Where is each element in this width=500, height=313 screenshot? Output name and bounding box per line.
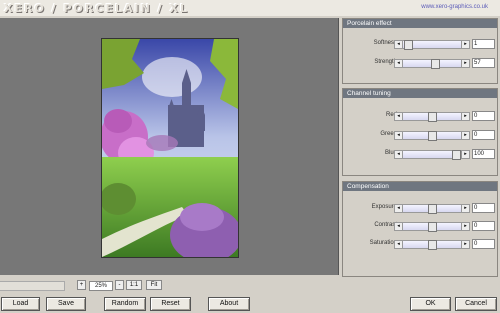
arrow-right-icon[interactable]: ▸ xyxy=(461,223,469,230)
arrow-right-icon[interactable]: ▸ xyxy=(461,113,469,120)
green-value-field[interactable]: 0 xyxy=(472,130,495,140)
red-row: Red ◂ ▸ 0 xyxy=(343,111,497,122)
contrast-row: Contrast ◂ ▸ 0 xyxy=(343,221,497,232)
arrow-right-icon[interactable]: ▸ xyxy=(461,60,469,67)
exposure-slider-thumb[interactable] xyxy=(428,204,437,214)
arrow-right-icon[interactable]: ▸ xyxy=(461,205,469,212)
green-row: Green ◂ ▸ 0 xyxy=(343,130,497,141)
arrow-left-icon[interactable]: ◂ xyxy=(395,113,403,120)
zoom-value: 25% xyxy=(89,281,113,291)
porcelain-effect-panel: Porcelain effect Softness ◂ ▸ 1 Strength… xyxy=(342,18,498,84)
green-slider[interactable]: ◂ ▸ xyxy=(394,131,470,141)
arrow-right-icon[interactable]: ▸ xyxy=(461,132,469,139)
red-slider[interactable]: ◂ ▸ xyxy=(394,112,470,122)
arrow-left-icon[interactable]: ◂ xyxy=(395,205,403,212)
saturation-row: Saturation ◂ ▸ 0 xyxy=(343,239,497,250)
zoom-controls: + 25% - 1:1 Fit xyxy=(0,280,338,291)
image-preview-area[interactable] xyxy=(0,18,339,275)
zoom-out-button[interactable]: - xyxy=(115,280,124,290)
blue-value-field[interactable]: 100 xyxy=(472,149,495,159)
save-button[interactable]: Save xyxy=(46,297,86,311)
softness-slider-thumb[interactable] xyxy=(404,40,413,50)
softness-value-field[interactable]: 1 xyxy=(472,39,495,49)
arrow-right-icon[interactable]: ▸ xyxy=(461,41,469,48)
arrow-right-icon[interactable]: ▸ xyxy=(461,241,469,248)
blue-row: Blue ◂ ▸ 100 xyxy=(343,149,497,160)
contrast-slider[interactable]: ◂ ▸ xyxy=(394,222,470,232)
channel-tuning-panel: Channel tuning Red ◂ ▸ 0 Green ◂ ▸ 0 Blu… xyxy=(342,88,498,176)
compensation-panel: Compensation Exposure ◂ ▸ 0 Contrast ◂ ▸… xyxy=(342,181,498,277)
blue-slider[interactable]: ◂ ▸ xyxy=(394,150,470,160)
strength-value-field[interactable]: 57 xyxy=(472,58,495,68)
cancel-button[interactable]: Cancel xyxy=(455,297,497,311)
red-value-field[interactable]: 0 xyxy=(472,111,495,121)
random-button[interactable]: Random xyxy=(104,297,146,311)
website-link[interactable]: www.xero-graphics.co.uk xyxy=(421,4,488,10)
blue-slider-thumb[interactable] xyxy=(452,150,461,160)
about-button[interactable]: About xyxy=(208,297,250,311)
strength-slider[interactable]: ◂ ▸ xyxy=(394,59,470,69)
porcelain-panel-title: Porcelain effect xyxy=(343,19,497,28)
exposure-value-field[interactable]: 0 xyxy=(472,203,495,213)
arrow-right-icon[interactable]: ▸ xyxy=(461,151,469,158)
saturation-value-field[interactable]: 0 xyxy=(472,239,495,249)
preview-image xyxy=(101,38,239,258)
compensation-panel-title: Compensation xyxy=(343,182,497,191)
contrast-slider-thumb[interactable] xyxy=(428,222,437,232)
exposure-slider[interactable]: ◂ ▸ xyxy=(394,204,470,214)
softness-row: Softness ◂ ▸ 1 xyxy=(343,39,497,50)
arrow-left-icon[interactable]: ◂ xyxy=(395,223,403,230)
saturation-slider[interactable]: ◂ ▸ xyxy=(394,240,470,250)
channel-panel-title: Channel tuning xyxy=(343,89,497,98)
zoom-fit-button[interactable]: Fit xyxy=(146,280,162,290)
contrast-value-field[interactable]: 0 xyxy=(472,221,495,231)
arrow-left-icon[interactable]: ◂ xyxy=(395,132,403,139)
exposure-row: Exposure ◂ ▸ 0 xyxy=(343,203,497,214)
saturation-slider-thumb[interactable] xyxy=(428,240,437,250)
saturation-label: Saturation xyxy=(369,240,397,246)
arrow-left-icon[interactable]: ◂ xyxy=(395,60,403,67)
app-logo: XERO / PORCELAIN / XL xyxy=(4,2,189,15)
zoom-slider[interactable] xyxy=(0,281,65,291)
red-slider-thumb[interactable] xyxy=(428,112,437,122)
load-button[interactable]: Load xyxy=(1,297,40,311)
green-slider-thumb[interactable] xyxy=(428,131,437,141)
strength-slider-thumb[interactable] xyxy=(431,59,440,69)
ok-button[interactable]: OK xyxy=(410,297,451,311)
arrow-left-icon[interactable]: ◂ xyxy=(395,151,403,158)
reset-button[interactable]: Reset xyxy=(150,297,191,311)
strength-row: Strength ◂ ▸ 57 xyxy=(343,58,497,69)
zoom-1to1-button[interactable]: 1:1 xyxy=(126,280,142,290)
arrow-left-icon[interactable]: ◂ xyxy=(395,41,403,48)
arrow-left-icon[interactable]: ◂ xyxy=(395,241,403,248)
title-bar: XERO / PORCELAIN / XL www.xero-graphics.… xyxy=(0,0,500,16)
softness-slider[interactable]: ◂ ▸ xyxy=(394,40,470,50)
zoom-in-button[interactable]: + xyxy=(77,280,86,290)
